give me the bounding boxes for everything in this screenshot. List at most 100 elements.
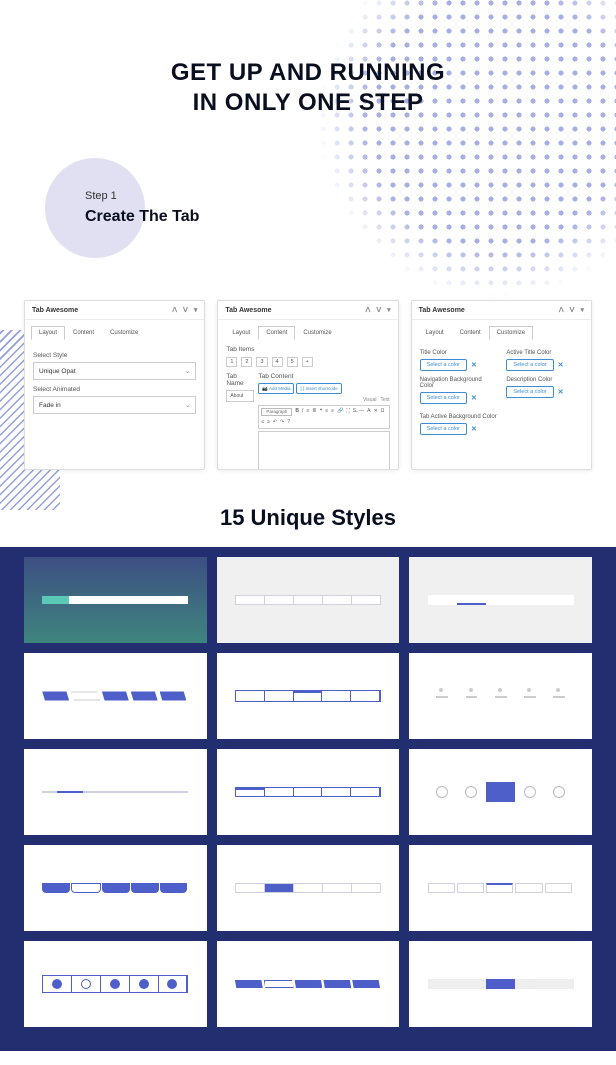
clear-icon[interactable]: ✕: [373, 408, 377, 416]
panel-header: Tab Awesome ᐱ ᐯ ▾: [412, 301, 591, 320]
color-icon[interactable]: A: [367, 408, 370, 416]
tab-customize[interactable]: Customize: [295, 326, 339, 340]
close-icon[interactable]: ✕: [471, 394, 477, 402]
list-ol-icon[interactable]: ≣: [312, 408, 316, 416]
panel-customize: Tab Awesome ᐱ ᐯ ▾ Layout Content Customi…: [411, 300, 592, 470]
tab-content[interactable]: Content: [65, 326, 102, 340]
chevron-up-icon[interactable]: ᐱ: [366, 306, 371, 314]
italic-icon[interactable]: I: [302, 408, 303, 416]
tab-items-label: Tab Items: [226, 346, 389, 353]
select-animated-value: Fade in: [39, 402, 61, 409]
align-center-icon[interactable]: ≡: [331, 408, 334, 416]
hero-line1: GET UP AND RUNNING: [171, 59, 445, 86]
style-thumb-12: [409, 845, 592, 931]
tab-active-bg-color-label: Tab Active Background Color: [420, 414, 583, 420]
nav-bg-color-button[interactable]: Select a color: [420, 392, 467, 404]
list-ul-icon[interactable]: ≡: [306, 408, 309, 416]
triangle-icon[interactable]: ▾: [387, 306, 391, 314]
style-thumb-15: [409, 941, 592, 1027]
visual-mode[interactable]: Visual: [363, 397, 377, 403]
hero-line2: IN ONLY ONE STEP: [193, 89, 424, 116]
panel-controls: ᐱ ᐯ ▾: [559, 306, 584, 314]
select-animated-dropdown[interactable]: Fade in: [33, 396, 196, 414]
bold-icon[interactable]: B: [295, 408, 299, 416]
close-icon[interactable]: ✕: [558, 361, 564, 369]
select-style-dropdown[interactable]: Unique Opat: [33, 362, 196, 380]
desc-color-button[interactable]: Select a color: [506, 386, 553, 398]
nav-bg-color-label: Navigation Background Color: [420, 377, 497, 389]
active-title-color-button[interactable]: Select a color: [506, 359, 553, 371]
close-icon[interactable]: ✕: [471, 425, 477, 433]
chevron-up-icon[interactable]: ᐱ: [172, 306, 177, 314]
style-thumb-3: [409, 557, 592, 643]
panel-header: Tab Awesome ᐱ ᐯ ▾: [218, 301, 397, 320]
add-media-button[interactable]: 📷 Add Media: [258, 383, 294, 394]
tab-customize[interactable]: Customize: [102, 326, 146, 340]
style-thumb-14: [217, 941, 400, 1027]
link-icon[interactable]: 🔗: [337, 408, 343, 416]
style-thumb-10: [24, 845, 207, 931]
style-thumb-11: [217, 845, 400, 931]
indent-icon[interactable]: ≥: [267, 419, 270, 426]
help-icon[interactable]: ?: [287, 419, 290, 426]
style-thumb-1: [24, 557, 207, 643]
select-animated-label: Select Animated: [33, 386, 196, 393]
tab-layout[interactable]: Layout: [224, 326, 258, 340]
step-text: Step 1 Create The Tab: [85, 190, 199, 226]
tab-customize[interactable]: Customize: [489, 326, 533, 340]
chevron-down-icon[interactable]: ᐯ: [376, 306, 381, 314]
chevron-down-icon[interactable]: ᐯ: [183, 306, 188, 314]
chevron-down-icon[interactable]: ᐯ: [570, 306, 575, 314]
chevron-up-icon[interactable]: ᐱ: [559, 306, 564, 314]
style-thumb-6: [409, 653, 592, 739]
hr-icon[interactable]: —: [359, 408, 364, 416]
styles-grid-container: [0, 547, 616, 1051]
tab-active-bg-color-button[interactable]: Select a color: [420, 423, 467, 435]
desc-color-label: Description Color: [506, 377, 583, 383]
tab-layout[interactable]: Layout: [31, 326, 65, 340]
style-thumb-9: [409, 749, 592, 835]
style-thumb-2: [217, 557, 400, 643]
special-char-icon[interactable]: Ω: [381, 408, 385, 416]
tab-content[interactable]: Content: [452, 326, 489, 340]
style-thumb-7: [24, 749, 207, 835]
panel-controls: ᐱ ᐯ ▾: [172, 306, 197, 314]
style-thumb-8: [217, 749, 400, 835]
panel-title: Tab Awesome: [419, 307, 465, 314]
align-left-icon[interactable]: ≡: [325, 408, 328, 416]
fullscreen-icon[interactable]: ⛶: [346, 408, 350, 416]
insert-shortcode-button[interactable]: [ ] Insert shortcode: [296, 383, 341, 394]
style-thumb-5: [217, 653, 400, 739]
strike-icon[interactable]: S̶: [353, 408, 356, 416]
panel-controls: ᐱ ᐯ ▾: [366, 306, 391, 314]
editor-toolbar: Paragraph B I ≡ ≣ ❝ ≡ ≡ 🔗 ⛶ S̶ — A ✕: [258, 405, 389, 429]
triangle-icon[interactable]: ▾: [194, 306, 198, 314]
undo-icon[interactable]: ↶: [273, 419, 277, 426]
tab-item-1[interactable]: 1: [226, 357, 237, 367]
panel-tabs: Layout Content Customize: [412, 320, 591, 340]
outdent-icon[interactable]: ≤: [261, 419, 264, 426]
select-style-label: Select Style: [33, 352, 196, 359]
tab-item-4[interactable]: 4: [272, 357, 283, 367]
tab-item-2[interactable]: 2: [241, 357, 252, 367]
title-color-button[interactable]: Select a color: [420, 359, 467, 371]
tab-name-input[interactable]: About: [226, 390, 254, 402]
quote-icon[interactable]: ❝: [319, 408, 322, 416]
tab-name-label: Tab Name: [226, 373, 254, 387]
style-thumb-4: [24, 653, 207, 739]
step-title: Create The Tab: [85, 208, 199, 226]
text-mode[interactable]: Text: [380, 397, 389, 403]
redo-icon[interactable]: ↷: [280, 419, 284, 426]
tab-item-add[interactable]: +: [302, 357, 313, 367]
editor-textarea[interactable]: [258, 431, 389, 470]
close-icon[interactable]: ✕: [558, 388, 564, 396]
close-icon[interactable]: ✕: [471, 361, 477, 369]
triangle-icon[interactable]: ▾: [580, 306, 584, 314]
tab-layout[interactable]: Layout: [418, 326, 452, 340]
hero-heading: GET UP AND RUNNING IN ONLY ONE STEP: [0, 0, 616, 118]
tab-item-5[interactable]: 5: [287, 357, 298, 367]
paragraph-select[interactable]: Paragraph: [261, 408, 292, 416]
active-title-color-label: Active Title Color: [506, 350, 583, 356]
tab-content[interactable]: Content: [258, 326, 295, 340]
tab-item-3[interactable]: 3: [256, 357, 267, 367]
